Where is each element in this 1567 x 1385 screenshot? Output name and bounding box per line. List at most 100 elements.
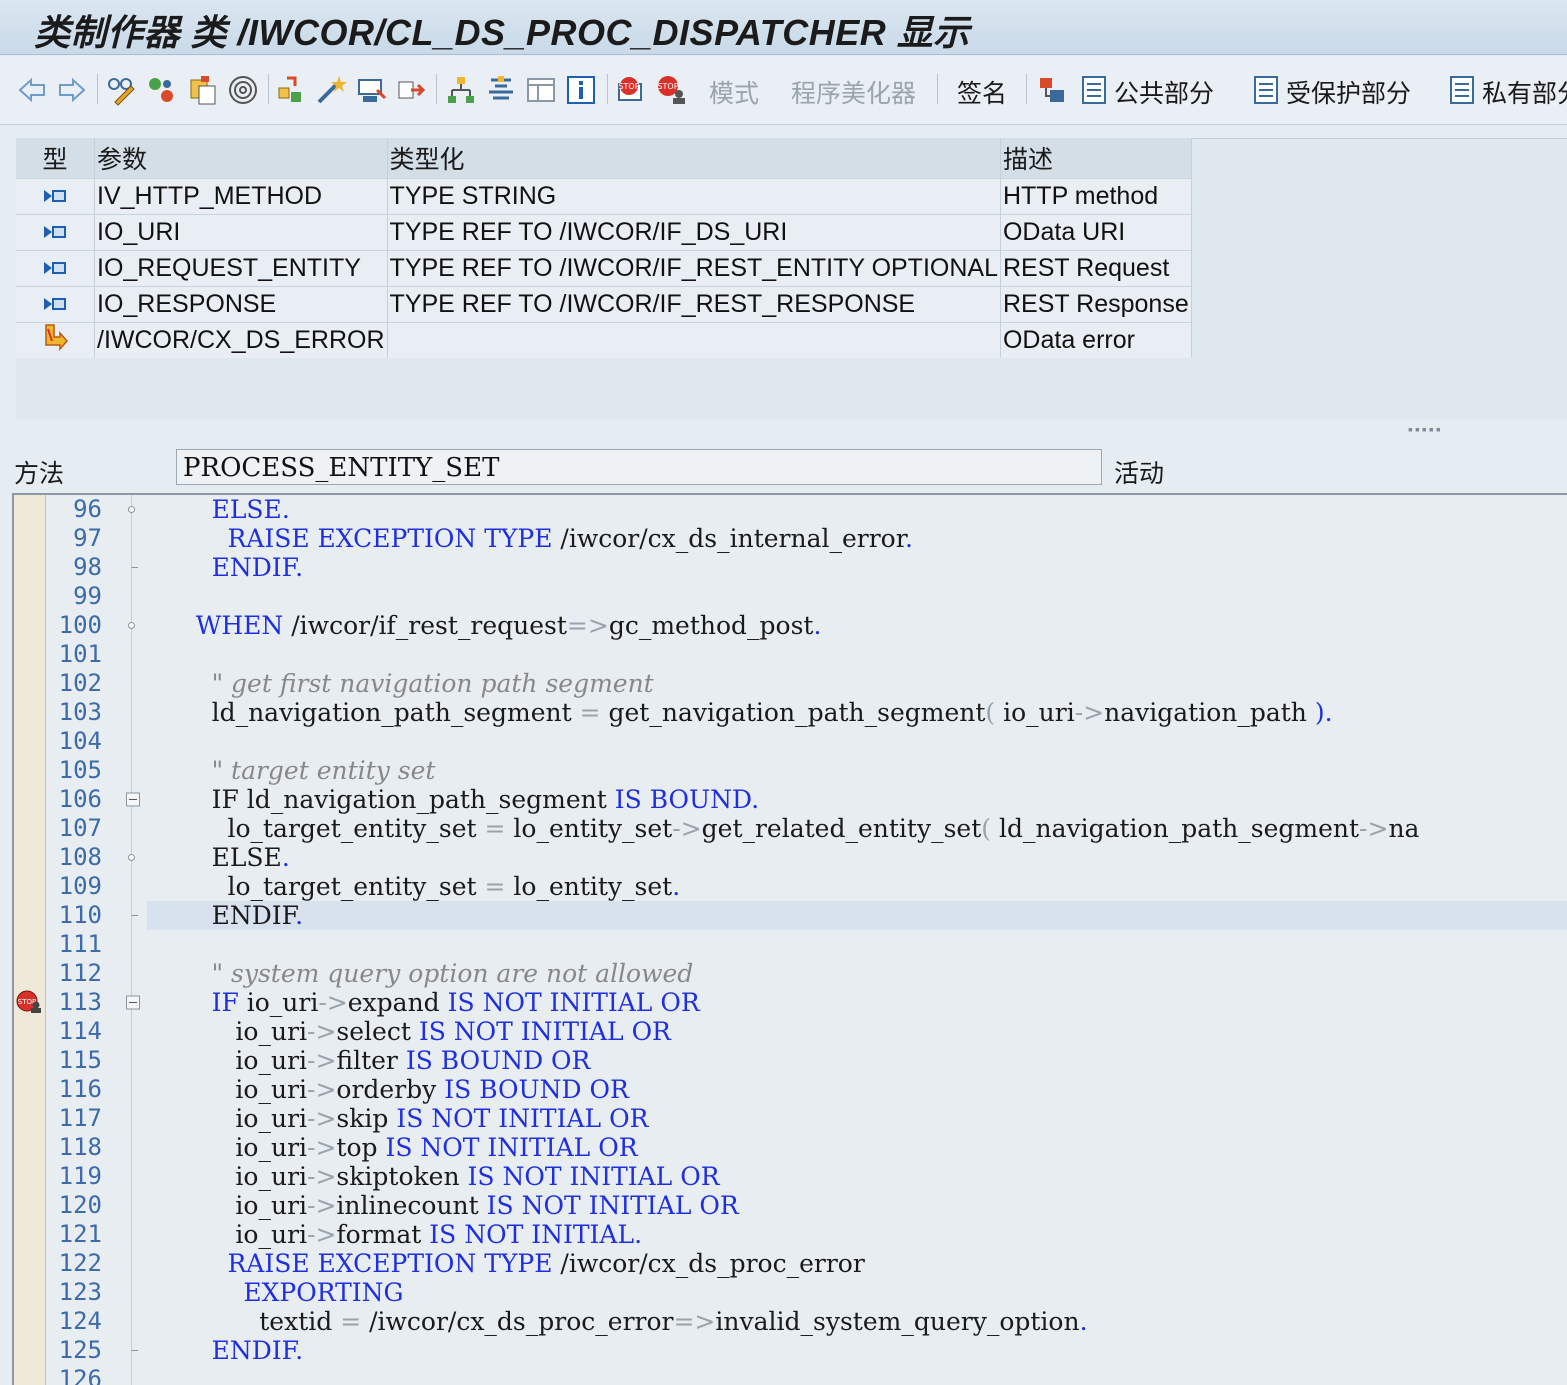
code-text[interactable]: " target entity set: [148, 756, 436, 785]
code-text[interactable]: IF ld_navigation_path_segment IS BOUND.: [148, 785, 760, 814]
where-used-button[interactable]: [225, 70, 261, 110]
parameter-description[interactable]: REST Request: [1000, 250, 1192, 287]
fold-toggle-icon[interactable]: [126, 988, 140, 1017]
back-button[interactable]: [14, 70, 50, 110]
code-line[interactable]: 114 io_uri->select IS NOT INITIAL OR: [14, 1017, 1567, 1046]
code-text[interactable]: io_uri->inlinecount IS NOT INITIAL OR: [148, 1191, 738, 1220]
other-object-button[interactable]: [185, 70, 221, 110]
session-breakpoint-button[interactable]: STOP: [613, 70, 649, 110]
code-line[interactable]: 102 " get first navigation path segment: [14, 669, 1567, 698]
parameter-typing[interactable]: TYPE STRING: [387, 178, 1001, 215]
layout-button[interactable]: [523, 70, 559, 110]
code-line[interactable]: 115 io_uri->filter IS BOUND OR: [14, 1046, 1567, 1075]
code-text[interactable]: lo_target_entity_set = lo_entity_set->ge…: [148, 814, 1419, 843]
code-text[interactable]: ENDIF.: [148, 901, 303, 930]
code-text[interactable]: textid = /iwcor/cx_ds_proc_error=>invali…: [148, 1307, 1087, 1336]
code-line[interactable]: 107 lo_target_entity_set = lo_entity_set…: [14, 814, 1567, 843]
parameter-name[interactable]: /IWCOR/CX_DS_ERROR: [94, 322, 388, 358]
col-type[interactable]: 型: [16, 138, 95, 179]
parameter-name[interactable]: IV_HTTP_METHOD: [94, 178, 388, 215]
code-text[interactable]: ELSE.: [148, 843, 290, 872]
parameter-row[interactable]: IO_REQUEST_ENTITY TYPE REF TO /IWCOR/IF_R…: [16, 250, 1192, 287]
code-text[interactable]: " system query option are not allowed: [148, 959, 694, 988]
code-text[interactable]: io_uri->filter IS BOUND OR: [148, 1046, 590, 1075]
parameter-name[interactable]: IO_URI: [94, 214, 388, 251]
parameter-row[interactable]: IO_URI TYPE REF TO /IWCOR/IF_DS_URI OData …: [16, 214, 1192, 251]
parameter-name[interactable]: IO_REQUEST_ENTITY: [94, 250, 388, 287]
check-button[interactable]: [273, 70, 309, 110]
active-inactive-button[interactable]: [143, 70, 179, 110]
code-text[interactable]: " get first navigation path segment: [148, 669, 654, 698]
code-line[interactable]: 103 ld_navigation_path_segment = get_nav…: [14, 698, 1567, 727]
code-text[interactable]: io_uri->select IS NOT INITIAL OR: [148, 1017, 670, 1046]
code-line[interactable]: 124 textid = /iwcor/cx_ds_proc_error=>in…: [14, 1307, 1567, 1336]
code-text[interactable]: ENDIF.: [148, 553, 303, 582]
private-section-icon-btn[interactable]: [1444, 70, 1480, 110]
code-line[interactable]: 101: [14, 640, 1567, 669]
method-name-field[interactable]: PROCESS_ENTITY_SET: [176, 449, 1102, 485]
code-line[interactable]: 105 " target entity set: [14, 756, 1567, 785]
code-line[interactable]: 119 io_uri->skiptoken IS NOT INITIAL OR: [14, 1162, 1567, 1191]
code-text[interactable]: io_uri->orderby IS BOUND OR: [148, 1075, 628, 1104]
code-text[interactable]: RAISE EXCEPTION TYPE /iwcor/cx_ds_proc_e…: [148, 1249, 864, 1278]
breakpoint-icon[interactable]: STOP: [16, 990, 42, 1014]
external-breakpoint-button[interactable]: STOP: [653, 70, 689, 110]
code-line[interactable]: 106 IF ld_navigation_path_segment IS BOU…: [14, 785, 1567, 814]
forward-button[interactable]: [54, 70, 90, 110]
code-line[interactable]: 99: [14, 582, 1567, 611]
code-text[interactable]: IF io_uri->expand IS NOT INITIAL OR: [148, 988, 700, 1017]
code-line[interactable]: 100 WHEN /iwcor/if_rest_request=>gc_meth…: [14, 611, 1567, 640]
code-line[interactable]: 116 io_uri->orderby IS BOUND OR: [14, 1075, 1567, 1104]
code-line[interactable]: 123 EXPORTING: [14, 1278, 1567, 1307]
col-typing[interactable]: 类型化: [387, 138, 1001, 179]
parameter-description[interactable]: REST Response: [1000, 286, 1192, 323]
code-line[interactable]: 97 RAISE EXCEPTION TYPE /iwcor/cx_ds_int…: [14, 524, 1567, 553]
code-text[interactable]: EXPORTING: [148, 1278, 403, 1307]
parameter-description[interactable]: OData URI: [1000, 214, 1192, 251]
code-line[interactable]: 117 io_uri->skip IS NOT INITIAL OR: [14, 1104, 1567, 1133]
code-line[interactable]: 125 ENDIF.: [14, 1336, 1567, 1365]
parameter-typing[interactable]: TYPE REF TO /IWCOR/IF_REST_RESPONSE: [387, 286, 1001, 323]
signature-button[interactable]: 签名: [957, 74, 1007, 110]
pretty-printer-button[interactable]: 程序美化器: [791, 74, 916, 110]
outline-button[interactable]: [483, 70, 519, 110]
display-change-button[interactable]: [103, 70, 139, 110]
parameter-typing[interactable]: TYPE REF TO /IWCOR/IF_DS_URI: [387, 214, 1001, 251]
where-used-list-button[interactable]: [393, 70, 429, 110]
code-line[interactable]: 96 ELSE.: [14, 495, 1567, 524]
col-parameter[interactable]: 参数: [94, 138, 388, 179]
public-section-button[interactable]: 公共部分: [1114, 74, 1214, 110]
code-line[interactable]: STOP 113 IF io_uri->expand IS NOT INITIAL…: [14, 988, 1567, 1017]
parameter-row[interactable]: /IWCOR/CX_DS_ERROR OData error: [16, 322, 1192, 358]
code-text[interactable]: io_uri->skiptoken IS NOT INITIAL OR: [148, 1162, 719, 1191]
public-section-icon-btn[interactable]: [1076, 70, 1112, 110]
code-text[interactable]: lo_target_entity_set = lo_entity_set.: [148, 872, 680, 901]
mode-button[interactable]: 模式: [709, 74, 759, 110]
code-text[interactable]: ELSE.: [148, 495, 290, 524]
parameter-row[interactable]: IV_HTTP_METHOD TYPE STRING HTTP method: [16, 178, 1192, 215]
code-text[interactable]: io_uri->skip IS NOT INITIAL OR: [148, 1104, 648, 1133]
code-line[interactable]: 120 io_uri->inlinecount IS NOT INITIAL O…: [14, 1191, 1567, 1220]
code-line[interactable]: 112 " system query option are not allowe…: [14, 959, 1567, 988]
code-line[interactable]: 111: [14, 930, 1567, 959]
code-line[interactable]: 118 io_uri->top IS NOT INITIAL OR: [14, 1133, 1567, 1162]
code-line[interactable]: 110 ENDIF.: [14, 901, 1567, 930]
test-button[interactable]: [353, 70, 389, 110]
parameter-row[interactable]: IO_RESPONSE TYPE REF TO /IWCOR/IF_REST_RE…: [16, 286, 1192, 323]
hierarchy-button[interactable]: [443, 70, 479, 110]
parameter-description[interactable]: OData error: [1000, 322, 1192, 358]
code-line[interactable]: 109 lo_target_entity_set = lo_entity_set…: [14, 872, 1567, 901]
code-line[interactable]: 122 RAISE EXCEPTION TYPE /iwcor/cx_ds_pr…: [14, 1249, 1567, 1278]
splitter-handle[interactable]: ▪▪▪▪▪: [1408, 421, 1443, 437]
activate-button[interactable]: [313, 70, 349, 110]
abap-editor[interactable]: 96 ELSE. 97 RAISE EXCEPTION TYPE /iwcor/c…: [12, 493, 1567, 1385]
parameter-description[interactable]: HTTP method: [1000, 178, 1192, 215]
code-line[interactable]: 104: [14, 727, 1567, 756]
private-section-button[interactable]: 私有部分: [1482, 74, 1567, 110]
code-line[interactable]: 98 ENDIF.: [14, 553, 1567, 582]
code-text[interactable]: ENDIF.: [148, 1336, 303, 1365]
code-text[interactable]: WHEN /iwcor/if_rest_request=>gc_method_p…: [148, 611, 822, 640]
parameter-name[interactable]: IO_RESPONSE: [94, 286, 388, 323]
protected-section-button[interactable]: 受保护部分: [1286, 74, 1411, 110]
col-description[interactable]: 描述: [1000, 138, 1192, 179]
